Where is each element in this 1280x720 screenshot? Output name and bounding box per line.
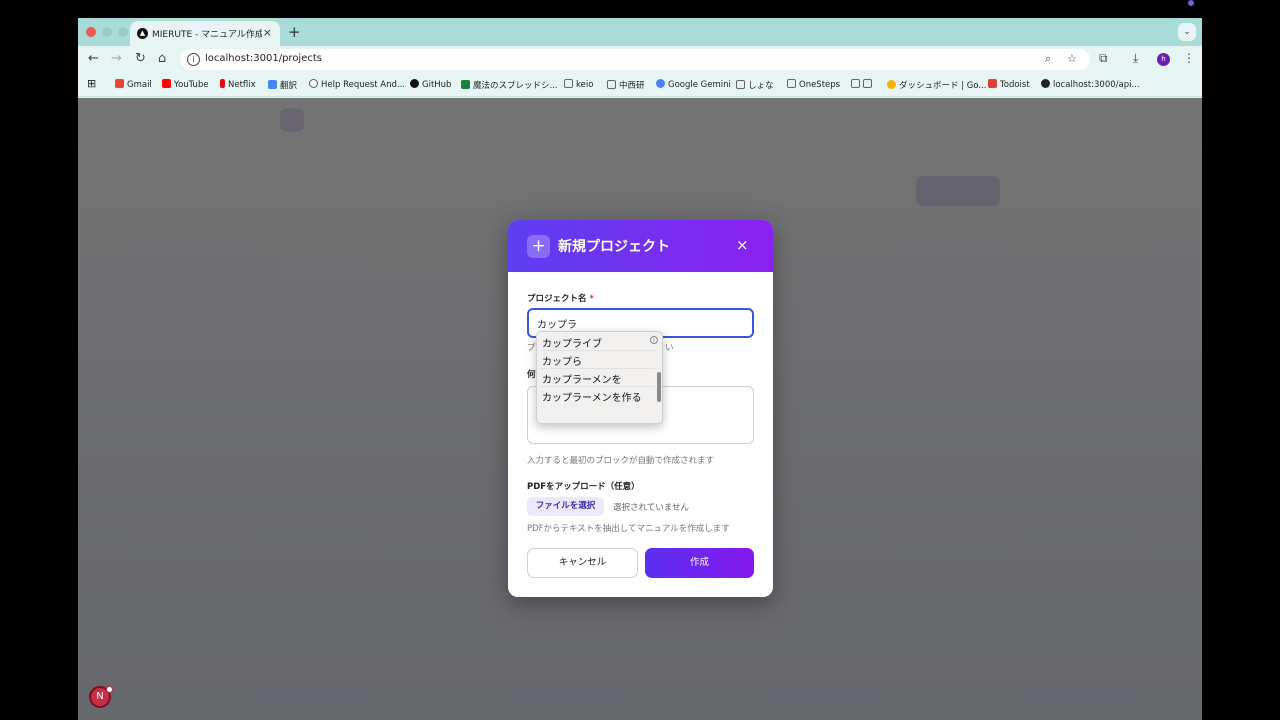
bookmark-folder-onesteps[interactable]: OneSteps bbox=[787, 79, 840, 90]
folder-icon bbox=[787, 79, 796, 88]
apps-grid-icon[interactable]: ⊞ bbox=[87, 77, 96, 90]
dev-issue-dot bbox=[106, 686, 113, 693]
zoom-search-icon[interactable]: ⌕ bbox=[1045, 52, 1051, 66]
bookmark-dashboard[interactable]: ダッシュボード | Go... bbox=[887, 79, 987, 91]
ime-separator bbox=[541, 350, 655, 351]
bookmark-folder-shona[interactable]: しょな bbox=[736, 79, 774, 91]
modal-header: + 新規プロジェクト × bbox=[508, 220, 773, 272]
youtube-icon bbox=[162, 79, 171, 88]
project-name-hint-end: い bbox=[665, 343, 674, 353]
todoist-icon bbox=[988, 79, 997, 88]
ime-candidate[interactable]: カップら bbox=[542, 353, 582, 368]
maximize-window-button[interactable] bbox=[118, 27, 128, 37]
ime-candidate[interactable]: カップラーメンを作る bbox=[542, 389, 642, 404]
folder-icon bbox=[607, 80, 616, 89]
description-hint: 入力すると最初のブロックが自動で作成されます bbox=[527, 456, 715, 466]
info-icon[interactable]: i bbox=[650, 336, 658, 344]
profile-avatar[interactable]: h bbox=[1157, 53, 1170, 66]
ime-candidate-window: カップライブ i カップら カップラーメンを カップラーメンを作る bbox=[536, 331, 663, 424]
bookmark-folder-book[interactable] bbox=[851, 79, 875, 90]
ime-scrollbar[interactable] bbox=[657, 372, 661, 402]
bookmark-translate[interactable]: 翻訳 bbox=[268, 79, 297, 91]
globe-icon bbox=[309, 79, 318, 88]
menu-kebab-icon[interactable]: ⋮ bbox=[1183, 51, 1195, 65]
pdf-hint: PDFからテキストを抽出してマニュアルを作成します bbox=[527, 524, 730, 534]
globe-icon bbox=[1041, 79, 1050, 88]
ime-separator bbox=[541, 368, 655, 369]
tab-favicon-icon: ▲ bbox=[137, 28, 148, 39]
folder-icon bbox=[564, 79, 573, 88]
tab-close-icon[interactable]: × bbox=[263, 26, 272, 39]
new-tab-button[interactable]: + bbox=[288, 23, 301, 41]
sheets-icon bbox=[461, 80, 470, 89]
bookmark-gemini[interactable]: Google Gemini bbox=[656, 79, 731, 90]
tab-title: MIERUTE - マニュアル作成ツ... bbox=[152, 30, 262, 40]
tab-bar: ▲ MIERUTE - マニュアル作成ツ... × + ⌄ bbox=[78, 18, 1202, 46]
browser-toolbar: ← → ↻ ⌂ i localhost:3001/projects ⌕ ☆ ⧉ … bbox=[78, 46, 1202, 73]
screen-indicator-dot bbox=[1188, 0, 1194, 6]
required-mark: * bbox=[589, 294, 594, 304]
bookmark-help-request[interactable]: Help Request And... bbox=[309, 79, 405, 90]
cloud-icon bbox=[887, 80, 896, 89]
ime-candidate[interactable]: カップラーメンを bbox=[542, 371, 622, 386]
book-icon bbox=[863, 79, 872, 88]
bookmark-spreadsheet[interactable]: 魔法のスプレッドシ... bbox=[461, 79, 558, 91]
ime-candidate[interactable]: カップライブ bbox=[542, 335, 602, 350]
bookmark-folder-keio[interactable]: keio bbox=[564, 79, 593, 90]
site-info-icon[interactable]: i bbox=[187, 53, 200, 66]
gemini-icon bbox=[656, 79, 665, 88]
bookmark-star-icon[interactable]: ☆ bbox=[1067, 52, 1077, 65]
pdf-upload-label: PDFをアップロード（任意） bbox=[527, 482, 640, 492]
translate-icon bbox=[268, 80, 277, 89]
description-label-start: 何 bbox=[527, 370, 536, 380]
browser-tab[interactable]: ▲ MIERUTE - マニュアル作成ツ... × bbox=[130, 21, 280, 46]
home-icon[interactable]: ⌂ bbox=[158, 51, 166, 66]
create-button[interactable]: 作成 bbox=[645, 548, 754, 578]
plus-icon: + bbox=[527, 235, 550, 258]
bookmark-youtube[interactable]: YouTube bbox=[162, 79, 209, 90]
reload-icon[interactable]: ↻ bbox=[135, 51, 146, 66]
folder-icon bbox=[736, 80, 745, 89]
bookmark-gmail[interactable]: Gmail bbox=[115, 79, 152, 90]
bookmark-todoist[interactable]: Todoist bbox=[988, 79, 1030, 90]
netflix-icon bbox=[220, 79, 225, 88]
minimize-window-button[interactable] bbox=[102, 27, 112, 37]
close-icon[interactable]: × bbox=[736, 236, 749, 254]
url-text: localhost:3001/projects bbox=[205, 53, 322, 64]
download-icon[interactable]: ⤓ bbox=[1133, 51, 1138, 66]
close-window-button[interactable] bbox=[86, 27, 96, 37]
bookmarks-bar: ⊞ Gmail YouTube Netflix 翻訳 Help Request … bbox=[78, 73, 1202, 97]
extensions-icon[interactable]: ⧉ bbox=[1099, 51, 1108, 66]
gmail-icon bbox=[115, 79, 124, 88]
github-icon bbox=[410, 79, 419, 88]
no-file-text: 選択されていません bbox=[613, 503, 689, 513]
folder-icon bbox=[851, 79, 860, 88]
bookmark-folder-nakanishi[interactable]: 中西研 bbox=[607, 79, 645, 91]
choose-file-button[interactable]: ファイルを選択 bbox=[527, 497, 604, 516]
bookmark-github[interactable]: GitHub bbox=[410, 79, 451, 90]
bookmark-netflix[interactable]: Netflix bbox=[220, 79, 256, 90]
cancel-button[interactable]: キャンセル bbox=[527, 548, 638, 578]
tab-search-icon[interactable]: ⌄ bbox=[1178, 23, 1196, 41]
ime-separator bbox=[541, 386, 655, 387]
address-bar[interactable]: i localhost:3001/projects ⌕ ☆ bbox=[180, 49, 1090, 70]
forward-icon[interactable]: → bbox=[111, 51, 122, 66]
project-name-hint-start: プ bbox=[527, 343, 536, 353]
project-name-label: プロジェクト名 * bbox=[527, 294, 594, 304]
bookmark-localhost-api[interactable]: localhost:3000/api... bbox=[1041, 79, 1140, 90]
back-icon[interactable]: ← bbox=[88, 51, 99, 66]
modal-title: 新規プロジェクト bbox=[558, 239, 670, 255]
